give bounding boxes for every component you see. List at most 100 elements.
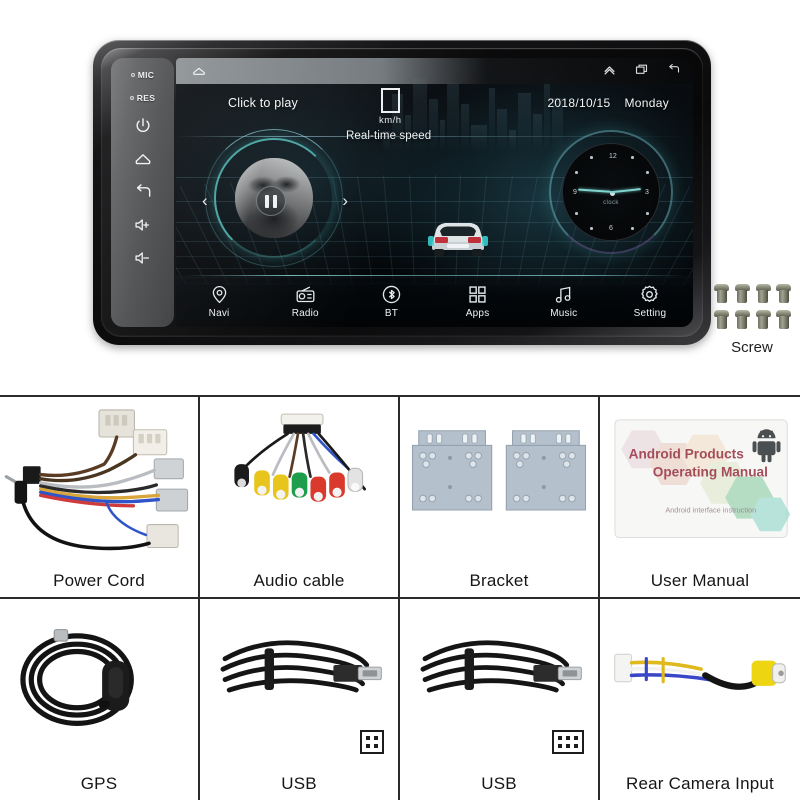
power-icon[interactable] <box>133 116 153 136</box>
back-arrow-icon[interactable] <box>666 62 681 77</box>
pause-icon[interactable] <box>256 186 286 216</box>
nav-item-navi[interactable]: Navi <box>176 284 262 319</box>
recent-apps-icon[interactable] <box>634 62 649 77</box>
gps-antenna-image <box>0 603 198 763</box>
clock-face: clock 12 3 6 9 <box>562 143 660 241</box>
date-time-display: 2018/10/15 Monday <box>547 96 669 110</box>
clock-tick-dot <box>590 156 593 159</box>
bracket-image <box>400 401 598 559</box>
music-note-icon <box>553 284 574 305</box>
speed-readout: km/h <box>379 88 402 126</box>
led-dot-icon <box>130 73 135 77</box>
volume-down-icon[interactable] <box>133 248 153 268</box>
volume-up-icon[interactable] <box>133 215 153 235</box>
accessory-label: Power Cord <box>53 570 145 590</box>
bluetooth-icon <box>381 284 402 305</box>
screw-item <box>774 284 792 306</box>
gear-icon <box>639 284 660 305</box>
svg-text:Android interface instruction: Android interface instruction <box>665 505 756 514</box>
accessory-label: Rear Camera Input <box>626 774 774 793</box>
clock-tick-dot <box>646 212 649 215</box>
power-cord-image <box>0 401 198 559</box>
home-icon[interactable] <box>133 149 153 169</box>
touchscreen-display[interactable]: Click to play km/h 2018/10/15 Monday Rea… <box>176 58 693 327</box>
nav-item-label: Navi <box>208 307 230 319</box>
accessory-label: User Manual <box>650 570 750 590</box>
apps-grid-icon <box>467 284 488 305</box>
clock-minute-hand <box>578 188 612 193</box>
led-dot-icon <box>129 96 134 100</box>
screw-item <box>712 284 730 306</box>
chevron-right-icon[interactable]: › <box>342 192 348 209</box>
clock-hour-hand <box>610 188 641 193</box>
accessory-label: Bracket <box>469 570 529 590</box>
clock-numeral: 12 <box>609 153 617 160</box>
nav-item-label: Apps <box>465 307 490 319</box>
nav-item-music[interactable]: Music <box>521 284 607 319</box>
accessory-label: USB <box>481 774 517 793</box>
accessory-label: GPS <box>80 774 118 793</box>
screw-item <box>712 310 730 332</box>
accessory-cell-audio-cable: Audio cable <box>200 397 400 599</box>
clock-widget[interactable]: clock 12 3 6 9 <box>549 130 673 254</box>
clock-tick-dot <box>631 227 634 230</box>
accessory-cell-rear-camera-input: Rear Camera Input <box>600 598 800 800</box>
accessory-cell-usb-6pin: USB <box>400 598 600 800</box>
real-time-speed-label: Real-time speed <box>346 130 432 142</box>
accessory-cell-gps: GPS <box>0 598 200 800</box>
car-illustration <box>414 204 502 262</box>
svg-text:Operating Manual: Operating Manual <box>653 465 768 480</box>
accessory-cell-power-cord: Power Cord <box>0 397 200 599</box>
screen-nav-bar: Navi Radio BT Apps Music Setting <box>176 275 693 327</box>
mic-indicator: MIC <box>130 70 155 80</box>
click-to-play-label[interactable]: Click to play <box>228 96 298 110</box>
clock-tick-dot <box>575 212 578 215</box>
rear-camera-lead-image <box>600 603 800 763</box>
nav-bar-top-line <box>176 275 693 276</box>
chevron-left-icon[interactable]: ‹ <box>202 192 208 209</box>
nav-item-label: Setting <box>633 307 667 319</box>
media-player-widget[interactable]: ‹ › <box>200 129 348 267</box>
screw-label: Screw <box>731 339 773 356</box>
nav-item-bt[interactable]: BT <box>348 284 434 319</box>
chevron-up-icon[interactable] <box>602 62 617 77</box>
clock-numeral: 3 <box>645 189 649 196</box>
reset-indicator-label: RES <box>136 93 156 103</box>
screw-item <box>733 310 751 332</box>
android-status-bar <box>176 58 693 84</box>
audio-cable-image <box>200 401 398 559</box>
accessory-label: Audio cable <box>253 570 345 590</box>
screw-item <box>754 310 772 332</box>
head-unit-device: MIC RES Click to play km/h 2018/10/15 Mo… <box>93 40 711 345</box>
nav-item-apps[interactable]: Apps <box>435 284 521 319</box>
head-unit-hero: MIC RES Click to play km/h 2018/10/15 Mo… <box>0 0 800 395</box>
nav-item-label: Radio <box>291 307 319 319</box>
clock-tick-dot <box>631 156 634 159</box>
user-manual-image: Android Products Operating Manual Androi… <box>600 401 800 559</box>
accessory-cell-usb-4pin: USB <box>200 598 400 800</box>
clock-numeral: 6 <box>609 225 613 232</box>
radio-icon <box>295 284 316 305</box>
screw-item <box>754 284 772 306</box>
screw-item <box>774 310 792 332</box>
home-icon[interactable] <box>189 63 209 79</box>
nav-item-setting[interactable]: Setting <box>607 284 693 319</box>
accessory-cell-user-manual: Android Products Operating Manual Androi… <box>600 397 800 599</box>
usb-6pin-connector-diagram <box>552 730 584 754</box>
clock-tick-dot <box>590 227 593 230</box>
screw-item <box>733 284 751 306</box>
clock-label: clock <box>603 200 619 206</box>
back-arrow-icon[interactable] <box>133 182 153 202</box>
accessory-cell-bracket: Bracket <box>400 397 600 599</box>
nav-item-label: BT <box>384 307 399 319</box>
side-key-panel: MIC RES <box>111 58 174 327</box>
mic-indicator-label: MIC <box>137 70 155 80</box>
speed-value-box <box>380 88 400 113</box>
location-pin-icon <box>209 284 230 305</box>
head-unit-bezel: MIC RES Click to play km/h 2018/10/15 Mo… <box>101 48 703 337</box>
nav-item-radio[interactable]: Radio <box>262 284 348 319</box>
screw-group: Screw <box>712 284 792 356</box>
accessory-grid: Power Cord Audio cable Bracket Android P… <box>0 395 800 800</box>
reset-indicator: RES <box>129 93 156 103</box>
accessory-label: USB <box>281 774 317 793</box>
